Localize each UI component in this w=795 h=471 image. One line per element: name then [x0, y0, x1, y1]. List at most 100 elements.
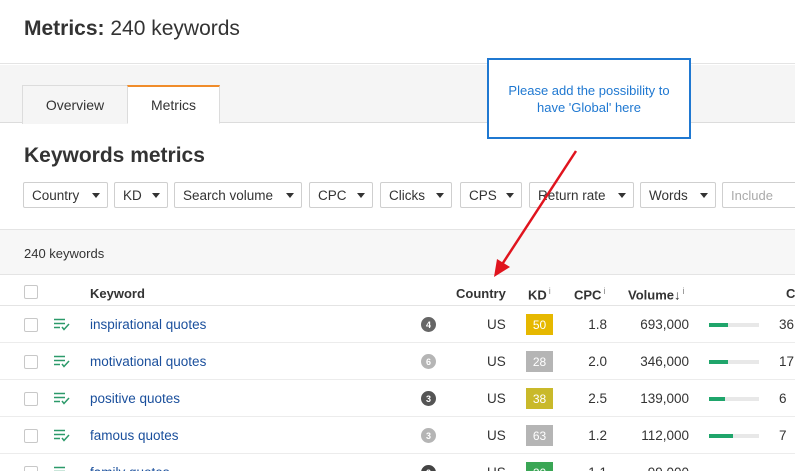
keyword-link[interactable]: positive quotes	[90, 391, 180, 406]
filter-label: CPS	[469, 187, 497, 203]
volume-bar	[709, 397, 759, 401]
add-to-list-icon[interactable]	[54, 318, 70, 331]
kd-badge: 63	[526, 425, 553, 446]
table-row[interactable]: positive quotes 3 US 38 2.5 139,000 6	[0, 380, 795, 417]
table-row[interactable]: famous quotes 3 US 63 1.2 112,000 7	[0, 417, 795, 454]
col-volume[interactable]: Volume↓ i	[628, 286, 685, 302]
page-title-bold: Metrics:	[24, 17, 105, 40]
section-title: Keywords metrics	[24, 144, 205, 167]
volume-bar	[709, 360, 759, 364]
table-row[interactable]: inspirational quotes 4 US 50 1.8 693,000 36	[0, 306, 795, 343]
info-icon: i	[682, 286, 685, 296]
clicks-cell: 17	[779, 354, 795, 369]
chevron-down-icon	[506, 193, 514, 198]
cpc-cell: 1.8	[588, 317, 607, 332]
table-row[interactable]: family quotes 2 US 20 1.1 99,000	[0, 454, 795, 471]
clicks-cell: 7	[779, 428, 787, 443]
filter-search-volume[interactable]: Search volume	[174, 182, 302, 208]
sort-desc-icon: ↓	[674, 287, 681, 303]
include-input[interactable]	[722, 182, 795, 208]
filter-label: Return rate	[538, 187, 606, 203]
chevron-down-icon	[700, 193, 708, 198]
chevron-down-icon	[152, 193, 160, 198]
chevron-down-icon	[286, 193, 294, 198]
add-to-list-icon[interactable]	[54, 355, 70, 368]
volume-bar-fill	[709, 323, 728, 327]
clicks-cell: 6	[779, 391, 787, 406]
country-cell: US	[487, 354, 506, 369]
volume-bar-fill	[709, 360, 728, 364]
cpc-cell: 1.2	[588, 428, 607, 443]
row-checkbox[interactable]	[24, 392, 38, 406]
col-kd[interactable]: KD i	[528, 286, 551, 302]
filter-label: Search volume	[183, 187, 274, 203]
col-volume-label: Volume	[628, 287, 674, 303]
add-to-list-icon[interactable]	[54, 466, 70, 471]
clicks-cell: 36	[779, 317, 795, 332]
serp-features-badge[interactable]: 2	[421, 465, 436, 471]
row-checkbox[interactable]	[24, 318, 38, 332]
row-checkbox[interactable]	[24, 466, 38, 471]
row-checkbox[interactable]	[24, 355, 38, 369]
add-to-list-icon[interactable]	[54, 429, 70, 442]
volume-bar	[709, 434, 759, 438]
keyword-link[interactable]: motivational quotes	[90, 354, 206, 369]
filter-clicks[interactable]: Clicks	[380, 182, 452, 208]
filter-kd[interactable]: KD	[114, 182, 168, 208]
country-cell: US	[487, 391, 506, 406]
filter-words[interactable]: Words	[640, 182, 716, 208]
col-cpc[interactable]: CPC i	[574, 286, 605, 302]
col-keyword[interactable]: Keyword	[90, 286, 145, 301]
country-cell: US	[487, 317, 506, 332]
row-checkbox[interactable]	[24, 429, 38, 443]
kd-badge: 28	[526, 351, 553, 372]
chevron-down-icon	[618, 193, 626, 198]
annotation-callout: Please add the possibility to have 'Glob…	[487, 58, 691, 139]
filter-return-rate[interactable]: Return rate	[529, 182, 634, 208]
volume-cell: 693,000	[640, 317, 689, 332]
filter-label: Country	[32, 187, 80, 203]
filter-label: Clicks	[389, 187, 425, 203]
serp-features-badge[interactable]: 6	[421, 354, 436, 369]
col-clicks[interactable]: C	[786, 286, 795, 301]
serp-features-badge[interactable]: 4	[421, 317, 436, 332]
top-header: Metrics: 240 keywords	[0, 0, 795, 64]
filter-label: CPC	[318, 187, 347, 203]
volume-cell: 112,000	[641, 428, 689, 443]
volume-bar	[709, 323, 759, 327]
keyword-link[interactable]: inspirational quotes	[90, 317, 206, 332]
tab-metrics[interactable]: Metrics	[127, 85, 220, 124]
serp-features-badge[interactable]: 3	[421, 428, 436, 443]
page-title-count: 240 keywords	[104, 17, 240, 40]
filter-country[interactable]: Country	[23, 182, 108, 208]
serp-features-badge[interactable]: 3	[421, 391, 436, 406]
chevron-down-icon	[92, 193, 100, 198]
volume-cell: 99,000	[648, 465, 689, 471]
chevron-down-icon	[436, 193, 444, 198]
table-header: Keyword Country KD i CPC i Volume↓ i C	[0, 276, 795, 306]
col-kd-label: KD	[528, 287, 547, 303]
results-count-bar: 240 keywords	[0, 229, 795, 275]
page-title: Metrics: 240 keywords	[24, 17, 240, 41]
table-row[interactable]: motivational quotes 6 US 28 2.0 346,000 17	[0, 343, 795, 380]
volume-cell: 346,000	[640, 354, 689, 369]
filter-label: KD	[123, 187, 142, 203]
info-icon: i	[603, 286, 606, 296]
col-country[interactable]: Country	[456, 286, 506, 301]
info-icon: i	[548, 286, 551, 296]
keyword-link[interactable]: famous quotes	[90, 428, 179, 443]
filter-cpc[interactable]: CPC	[309, 182, 373, 208]
country-cell: US	[487, 465, 506, 471]
kd-badge: 20	[526, 462, 553, 471]
keyword-link[interactable]: family quotes	[90, 465, 170, 471]
chevron-down-icon	[357, 193, 365, 198]
select-all-checkbox[interactable]	[24, 285, 38, 299]
country-cell: US	[487, 428, 506, 443]
filter-cps[interactable]: CPS	[460, 182, 522, 208]
annotation-text: Please add the possibility to have 'Glob…	[508, 82, 670, 115]
add-to-list-icon[interactable]	[54, 392, 70, 405]
results-count: 240 keywords	[24, 246, 105, 261]
filter-label: Words	[649, 187, 688, 203]
tab-overview[interactable]: Overview	[22, 85, 128, 124]
cpc-cell: 2.5	[588, 391, 607, 406]
